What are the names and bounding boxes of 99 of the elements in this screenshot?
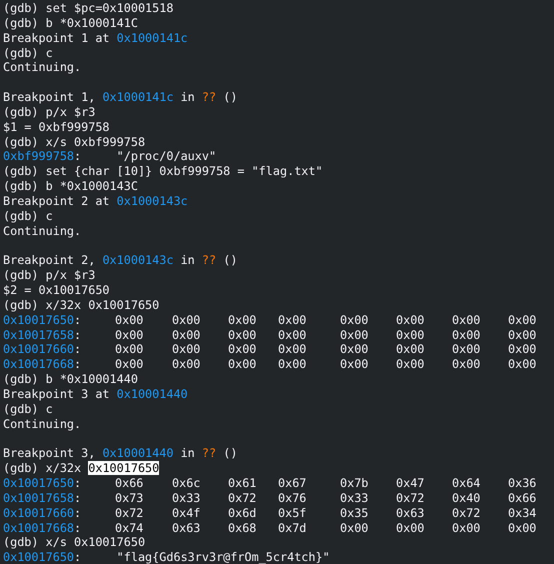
terminal-line: Breakpoint 2 at 0x1000143c <box>3 194 188 209</box>
memory-value: 0x00 <box>115 357 144 372</box>
memory-value: 0x74 <box>115 520 144 536</box>
terminal-line: Continuing. <box>3 416 82 432</box>
memory-value: 0x00 <box>172 342 200 358</box>
terminal-line: (gdb) p/x $r3 <box>3 268 96 284</box>
memory-value: 0x00 <box>452 520 480 536</box>
memory-value: 0x00 <box>396 342 424 358</box>
memory-value: 0x68 <box>228 520 256 536</box>
memory-value: 0x00 <box>396 357 424 372</box>
memory-value: 0x76 <box>278 490 306 506</box>
terminal-line: (gdb) x/s 0x10017650 <box>3 535 146 550</box>
memory-value: 0x00 <box>340 328 368 342</box>
memory-value: 0x47 <box>396 476 424 491</box>
memory-value: 0x00 <box>452 342 480 358</box>
memory-value: 0x00 <box>115 328 144 342</box>
terminal-line: (gdb) set {char [10]} 0xbf999758 = "flag.txt" <box>3 164 323 180</box>
memory-value: 0x00 <box>228 328 256 342</box>
memory-value: 0x00 <box>396 520 424 536</box>
memory-value: 0x00 <box>172 312 200 328</box>
terminal-line: 0xbf999758: "/proc/0/auxv" <box>3 149 216 164</box>
terminal-line: Continuing. <box>3 60 82 76</box>
terminal-line: (gdb) x/32x 0x10017650 <box>3 461 160 476</box>
memory-value: 0x00 <box>278 328 306 342</box>
memory-value: 0x00 <box>452 357 480 372</box>
memory-value: 0x00 <box>172 328 200 342</box>
memory-value: 0x73 <box>115 490 144 506</box>
memory-value: 0x00 <box>508 357 536 372</box>
memory-address: 0x10017658: <box>3 490 82 506</box>
terminal-line: (gdb) x/s 0xbf999758 <box>3 134 146 150</box>
memory-value: 0x00 <box>172 357 200 372</box>
memory-value: 0x00 <box>278 342 306 358</box>
memory-value: 0x00 <box>452 312 480 328</box>
memory-value: 0x64 <box>452 476 480 491</box>
memory-value: 0x00 <box>278 357 306 372</box>
memory-value: 0x00 <box>508 520 536 536</box>
memory-value: 0x34 <box>508 506 536 521</box>
memory-value: 0x00 <box>396 328 424 342</box>
terminal-line: (gdb) b *0x10001440 <box>3 372 138 387</box>
memory-value: 0x72 <box>115 506 144 521</box>
memory-address: 0x10017668: <box>3 357 82 372</box>
terminal-line: $2 = 0x10017650 <box>3 283 110 298</box>
memory-value: 0x00 <box>508 312 536 328</box>
memory-value: 0x4f <box>172 506 200 521</box>
memory-address: 0x10017668: <box>3 520 82 536</box>
terminal-line: (gdb) c <box>3 46 53 60</box>
memory-value: 0x00 <box>228 357 256 372</box>
memory-value: 0x35 <box>340 506 368 521</box>
memory-value: 0x00 <box>452 328 480 342</box>
terminal-line: (gdb) p/x $r3 <box>3 104 96 120</box>
terminal-line: (gdb) c <box>3 208 53 224</box>
memory-value: 0x00 <box>115 342 144 358</box>
memory-value: 0x61 <box>228 476 256 491</box>
terminal-line: 0x10017650: "flag{Gd6s3rv3r@frOm_5cr4tch}" <box>3 550 330 564</box>
memory-value: 0x6d <box>228 506 256 521</box>
terminal-line: (gdb) c <box>3 402 53 417</box>
memory-value: 0x00 <box>340 520 368 536</box>
terminal-line: $1 = 0xbf999758 <box>3 120 110 135</box>
memory-value: 0x33 <box>172 490 200 506</box>
memory-value: 0x00 <box>340 342 368 358</box>
terminal-line: (gdb) x/32x 0x10017650 <box>3 298 160 313</box>
memory-value: 0x00 <box>115 312 144 328</box>
terminal-line: Continuing. <box>3 224 82 238</box>
memory-value: 0x72 <box>228 490 256 506</box>
memory-value: 0x00 <box>228 342 256 358</box>
terminal-line: Breakpoint 1 at 0x1000141c <box>3 30 188 46</box>
memory-value: 0x00 <box>396 312 424 328</box>
memory-address: 0x10017660: <box>3 342 82 358</box>
memory-value: 0x00 <box>278 312 306 328</box>
memory-address: 0x10017658: <box>3 328 82 342</box>
memory-value: 0x72 <box>396 490 424 506</box>
memory-value: 0x33 <box>340 490 368 506</box>
terminal-line: Breakpoint 2, 0x1000143c in ?? () <box>3 253 238 268</box>
memory-value: 0x63 <box>172 520 200 536</box>
memory-value: 0x67 <box>278 476 306 491</box>
memory-value: 0x36 <box>508 476 536 491</box>
memory-address: 0x10017650: <box>3 476 82 491</box>
memory-value: 0x00 <box>508 342 536 358</box>
terminal-line: Breakpoint 3, 0x10001440 in ?? () <box>3 446 238 462</box>
memory-value: 0x66 <box>508 490 536 506</box>
memory-value: 0x00 <box>340 312 368 328</box>
memory-address: 0x10017650: <box>3 312 82 328</box>
memory-value: 0x72 <box>452 506 480 521</box>
memory-value: 0x40 <box>452 490 480 506</box>
memory-value: 0x6c <box>172 476 200 491</box>
terminal-line: (gdb) b *0x1000143C <box>3 179 138 194</box>
memory-value: 0x00 <box>228 312 256 328</box>
terminal-line: Breakpoint 1, 0x1000141c in ?? () <box>3 90 238 105</box>
memory-value: 0x7b <box>340 476 368 491</box>
memory-address: 0x10017660: <box>3 506 82 521</box>
memory-value: 0x00 <box>508 328 536 342</box>
memory-value: 0x63 <box>396 506 424 521</box>
terminal-line: (gdb) b *0x1000141C <box>3 16 138 31</box>
memory-value: 0x66 <box>115 476 144 491</box>
memory-value: 0x00 <box>340 357 368 372</box>
memory-value: 0x7d <box>278 520 306 536</box>
memory-value: 0x5f <box>278 506 306 521</box>
terminal-line: (gdb) set $pc=0x10001518 <box>3 1 174 16</box>
terminal-line: Breakpoint 3 at 0x10001440 <box>3 386 188 402</box>
